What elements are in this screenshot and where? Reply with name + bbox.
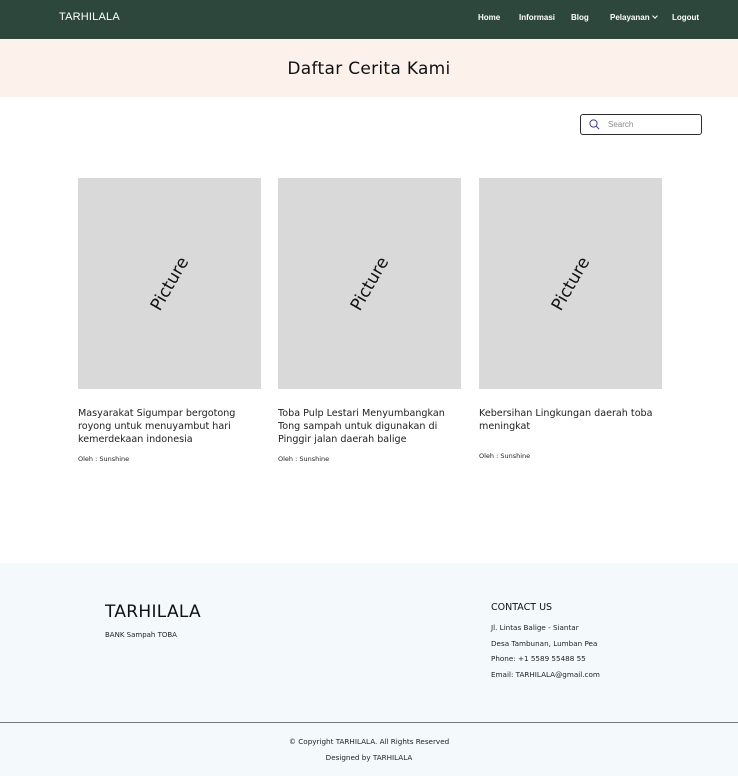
footer: TARHILALA BANK Sampah TOBA CONTACT US Jl…: [0, 563, 738, 776]
nav-informasi[interactable]: Informasi: [519, 13, 555, 22]
story-title[interactable]: Masyarakat Sigumpar bergotong royong unt…: [78, 407, 253, 446]
nav-pelayanan[interactable]: Pelayanan: [610, 13, 658, 22]
contact-heading: CONTACT US: [491, 602, 553, 613]
page-header: Daftar Cerita Kami: [0, 39, 738, 97]
nav-logout[interactable]: Logout: [672, 13, 699, 22]
contact-phone: Phone: +1 5589 55488 55: [491, 654, 586, 663]
search-input[interactable]: [608, 118, 696, 131]
contact-village: Desa Tambunan, Lumban Pea: [491, 639, 598, 648]
footer-divider: [0, 722, 738, 723]
story-picture[interactable]: Picture: [479, 178, 662, 389]
top-navbar: TARHILALA Home Informasi Blog Pelayanan …: [0, 0, 738, 39]
story-author: Oleh : Sunshine: [479, 452, 531, 460]
chevron-down-icon: [651, 13, 658, 19]
page-title: Daftar Cerita Kami: [287, 59, 451, 79]
nav-home[interactable]: Home: [478, 13, 500, 22]
nav-pelayanan-label: Pelayanan: [610, 13, 650, 22]
search-box[interactable]: [580, 114, 702, 135]
picture-placeholder-label: Picture: [146, 253, 193, 314]
story-author: Oleh : Sunshine: [78, 455, 130, 463]
brand-logo[interactable]: TARHILALA: [59, 11, 120, 23]
nav-blog[interactable]: Blog: [571, 13, 589, 22]
search-icon: [589, 119, 600, 130]
picture-placeholder-label: Picture: [346, 253, 393, 314]
story-title[interactable]: Kebersihan Lingkungan daerah toba mening…: [479, 407, 654, 433]
story-author: Oleh : Sunshine: [278, 455, 330, 463]
contact-email[interactable]: Email: TARHILALA@gmail.com: [491, 670, 600, 679]
footer-subtitle: BANK Sampah TOBA: [105, 631, 177, 639]
designed-by-text: Designed by TARHILALA: [325, 753, 413, 762]
story-picture[interactable]: Picture: [278, 178, 461, 389]
story-picture[interactable]: Picture: [78, 178, 261, 389]
footer-brand: TARHILALA: [105, 602, 201, 622]
contact-address: Jl. Lintas Balige - Siantar: [491, 623, 579, 632]
copyright-text: © Copyright TARHILALA. All Rights Reserv…: [288, 737, 450, 746]
story-title[interactable]: Toba Pulp Lestari Menyumbangkan Tong sam…: [278, 407, 453, 446]
picture-placeholder-label: Picture: [547, 253, 594, 314]
